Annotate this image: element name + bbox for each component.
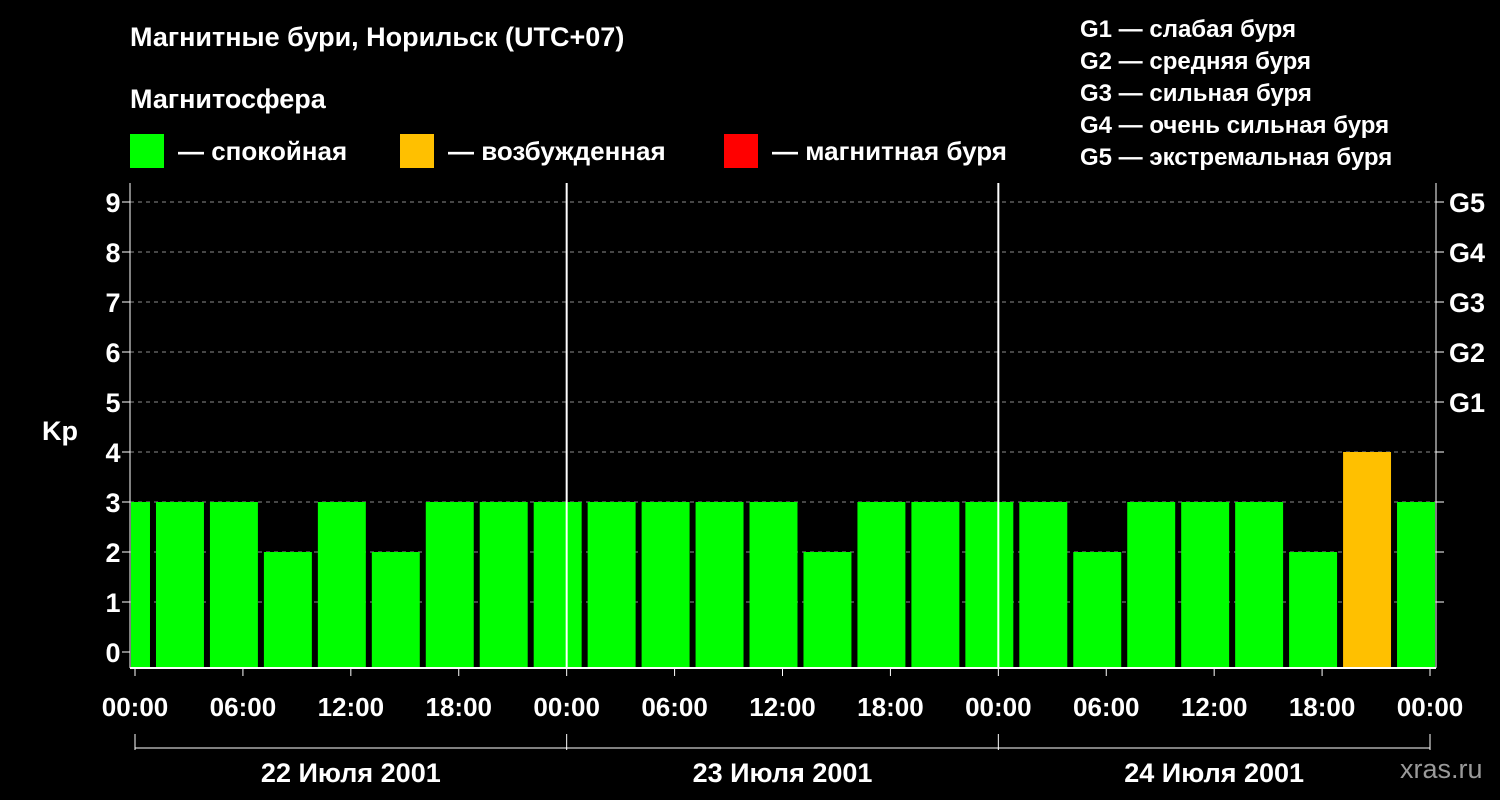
kp-bar-12 — [749, 502, 798, 668]
g-scale-label-g5: G5 — [1449, 188, 1485, 218]
bars-group — [131, 452, 1435, 668]
kp-bar-22 — [1289, 552, 1338, 668]
kp-bar-11 — [695, 502, 744, 668]
x-tick-label-8: 00:00 — [965, 692, 1032, 722]
y-tick-label-3: 3 — [105, 488, 120, 518]
x-tick-label-11: 18:00 — [1289, 692, 1356, 722]
x-tick-label-4: 00:00 — [533, 692, 600, 722]
x-tick-label-1: 06:00 — [210, 692, 277, 722]
y-axis-label: Kp — [42, 416, 78, 446]
kp-bar-18 — [1073, 552, 1122, 668]
kp-bar-5 — [371, 552, 420, 668]
kp-bar-9 — [587, 502, 636, 668]
kp-bar-17 — [1019, 502, 1068, 668]
kp-bar-8 — [533, 502, 582, 668]
kp-bar-chart: 0 1 2 3 4 5 6 7 8 9 G1 G2 G3 G4 G5 Kp 00:00 06:00 12:00 18:… — [42, 183, 1485, 788]
day-label-0: 22 Июля 2001 — [261, 758, 441, 788]
x-tick-label-2: 12:00 — [318, 692, 385, 722]
kp-bar-20 — [1181, 502, 1230, 668]
kp-bar-15 — [911, 502, 960, 668]
g-scale-label-g4: G4 — [1449, 238, 1485, 268]
y-tick-label-4: 4 — [105, 438, 120, 468]
watermark: xras.ru — [1400, 754, 1483, 784]
kp-bar-13 — [803, 552, 852, 668]
g-scale-label-g1: G1 — [1449, 388, 1485, 418]
x-tick-label-12: 00:00 — [1397, 692, 1464, 722]
kp-bar-3 — [263, 552, 312, 668]
x-tick-label-10: 12:00 — [1181, 692, 1248, 722]
x-tick-label-7: 18:00 — [857, 692, 924, 722]
kp-bar-4 — [317, 502, 366, 668]
y-tick-label-5: 5 — [105, 388, 120, 418]
y-tick-label-0: 0 — [105, 638, 120, 668]
kp-bar-21 — [1235, 502, 1284, 668]
y-tick-label-6: 6 — [105, 338, 120, 368]
g-scale-label-g2: G2 — [1449, 338, 1485, 368]
kp-bar-24 — [1397, 502, 1435, 668]
y-tick-label-7: 7 — [105, 288, 120, 318]
kp-bar-1 — [155, 502, 204, 668]
kp-bar-23 — [1343, 452, 1392, 668]
x-tick-label-5: 06:00 — [641, 692, 708, 722]
y-tick-label-1: 1 — [105, 588, 120, 618]
x-tick-label-0: 00:00 — [102, 692, 169, 722]
kp-bar-2 — [209, 502, 258, 668]
kp-bar-19 — [1127, 502, 1176, 668]
x-tick-label-6: 12:00 — [749, 692, 816, 722]
kp-bar-7 — [479, 502, 528, 668]
kp-bar-16 — [965, 502, 1014, 668]
kp-bar-6 — [425, 502, 474, 668]
day-label-1: 23 Июля 2001 — [693, 758, 873, 788]
y-tick-label-9: 9 — [105, 188, 120, 218]
x-tick-label-9: 06:00 — [1073, 692, 1140, 722]
g-scale-label-g3: G3 — [1449, 288, 1485, 318]
kp-bar-10 — [641, 502, 690, 668]
y-tick-label-8: 8 — [105, 238, 120, 268]
x-tick-label-3: 18:00 — [426, 692, 493, 722]
y-tick-label-2: 2 — [105, 538, 120, 568]
kp-bar-14 — [857, 502, 906, 668]
day-label-2: 24 Июля 2001 — [1124, 758, 1304, 788]
